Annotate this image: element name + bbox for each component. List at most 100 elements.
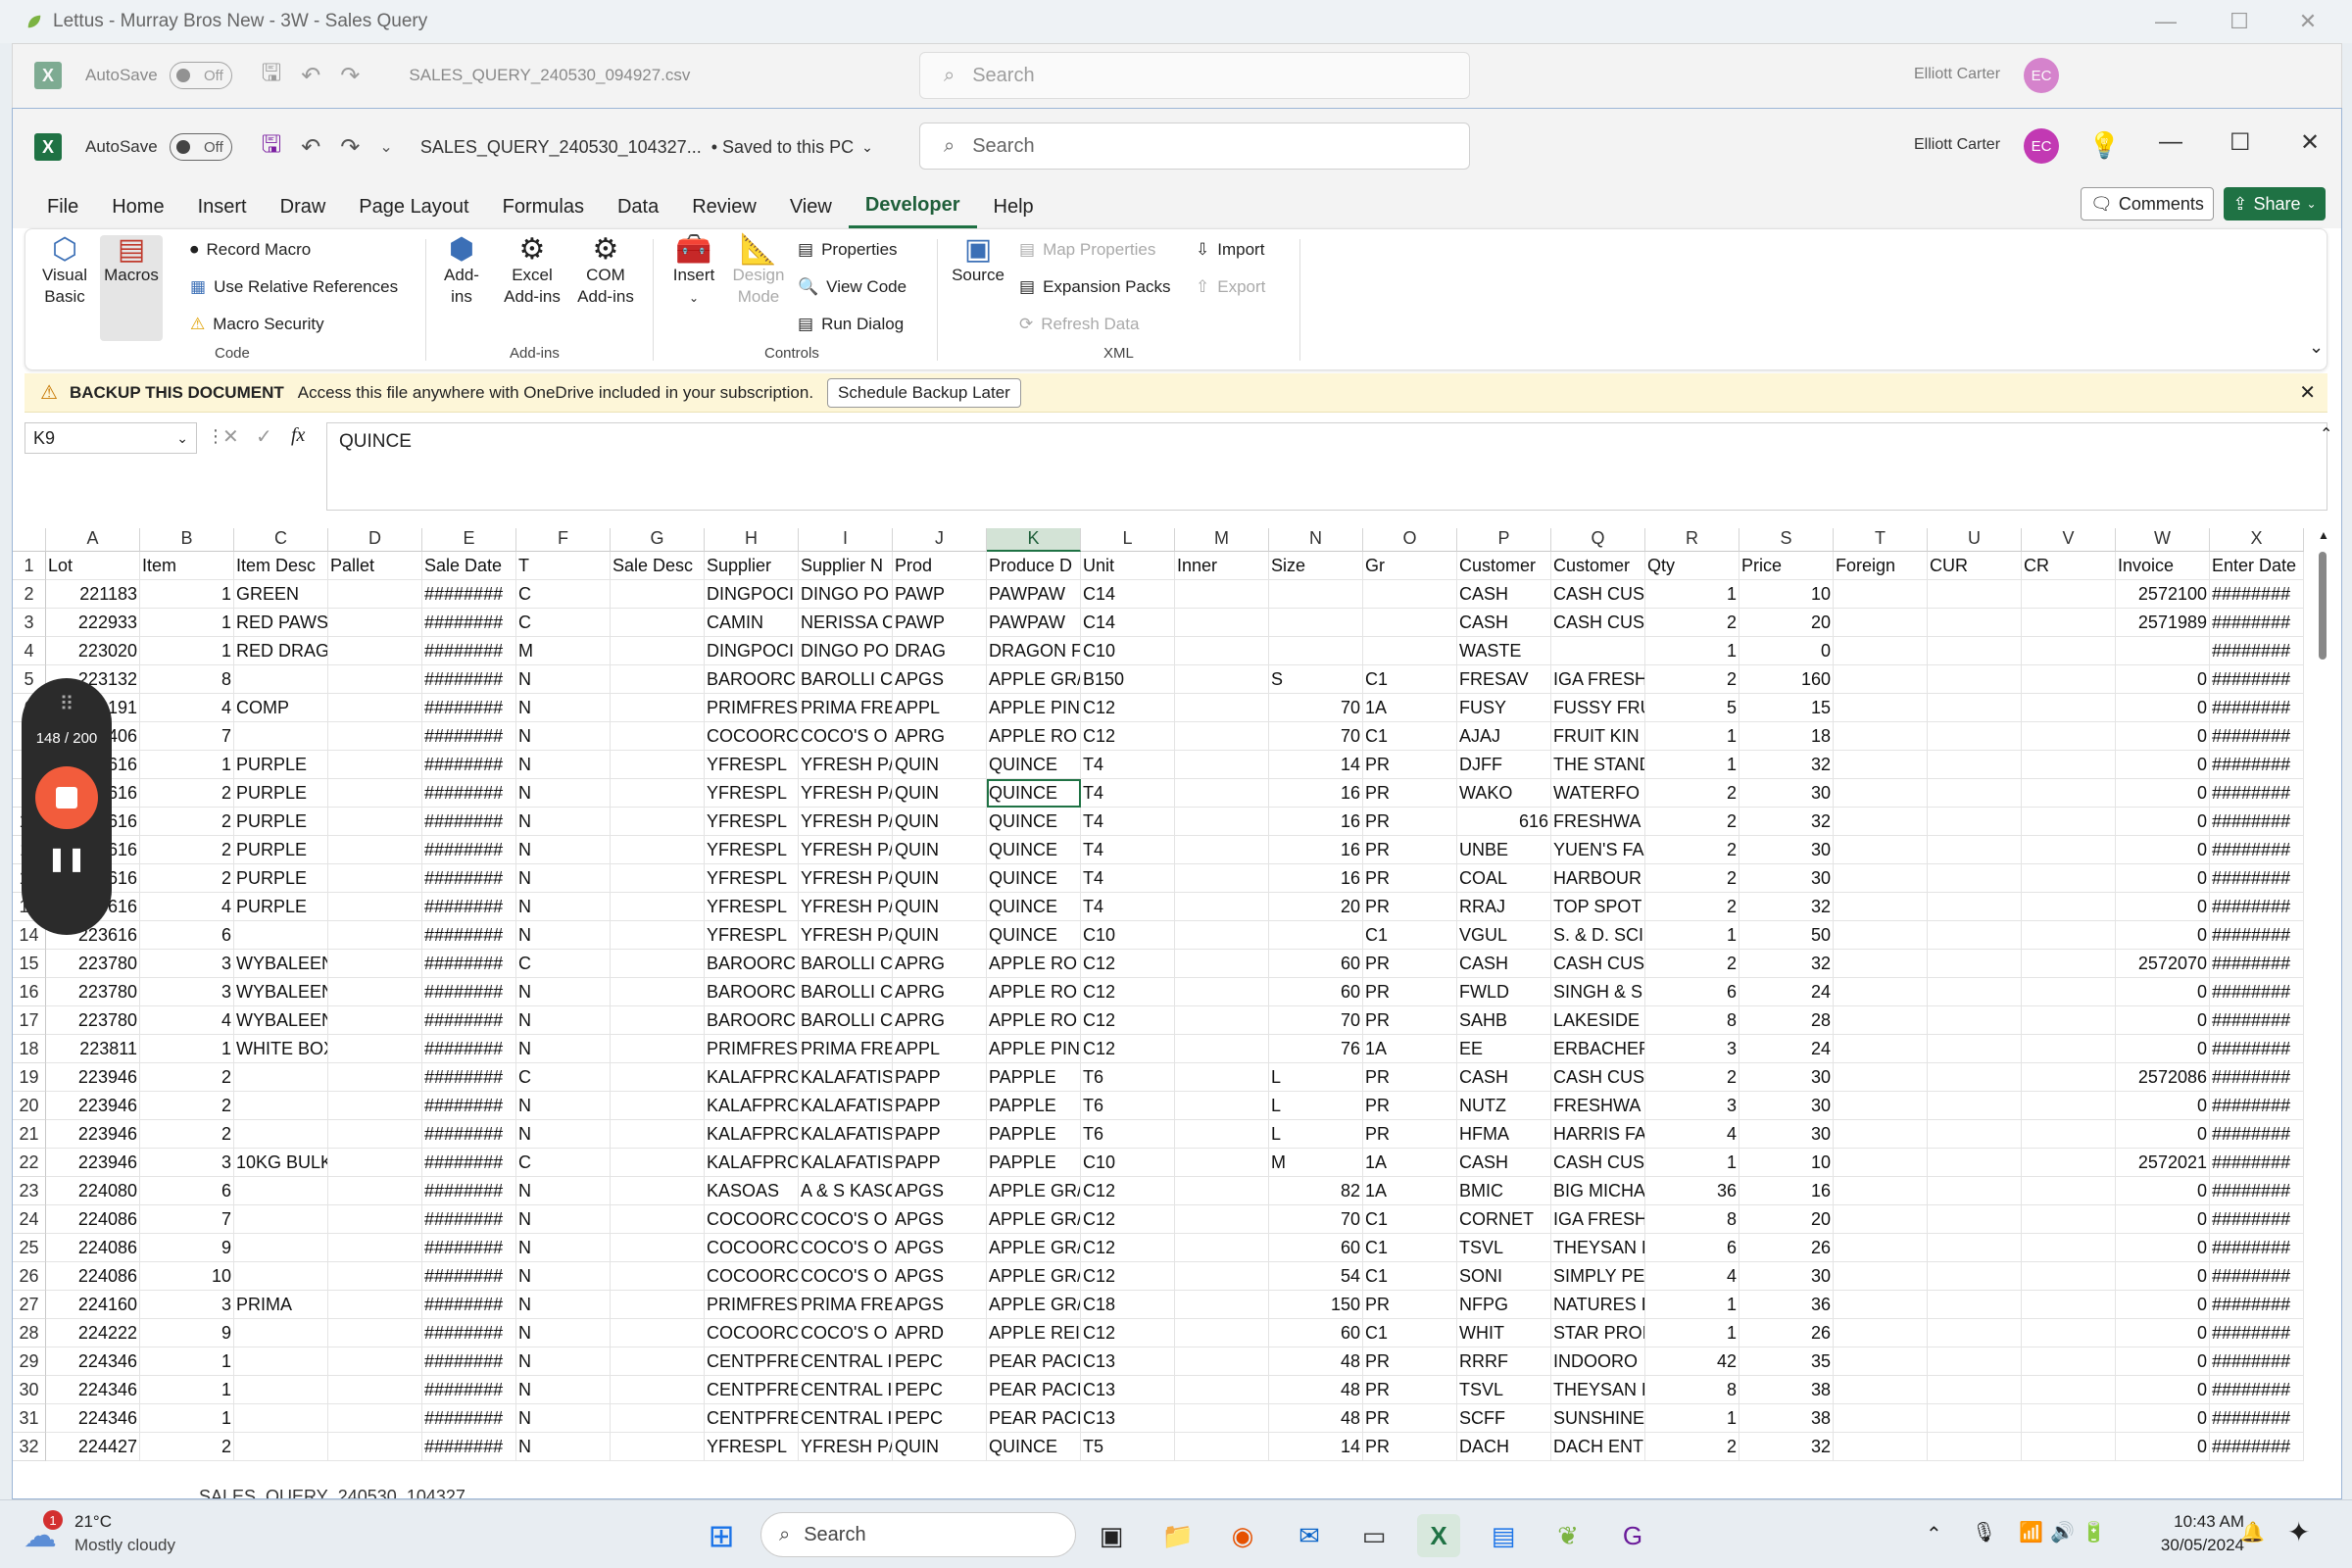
table-cell[interactable] bbox=[328, 779, 422, 808]
table-cell[interactable]: PR bbox=[1363, 1291, 1457, 1319]
table-cell[interactable]: VGUL bbox=[1457, 921, 1551, 950]
table-cell[interactable]: ######## bbox=[422, 893, 516, 921]
table-cell[interactable]: 48 bbox=[1269, 1376, 1363, 1404]
table-cell[interactable]: PAPPLE bbox=[987, 1092, 1081, 1120]
table-cell[interactable] bbox=[328, 1348, 422, 1376]
column-header-n[interactable]: N bbox=[1269, 528, 1363, 552]
table-cell[interactable]: 16 bbox=[1740, 1177, 1834, 1205]
table-cell[interactable] bbox=[2022, 864, 2116, 893]
map-properties-button[interactable]: ▤ Map Properties bbox=[1019, 239, 1155, 261]
table-cell[interactable]: NATURES I bbox=[1551, 1291, 1645, 1319]
table-cell[interactable]: SCFF bbox=[1457, 1404, 1551, 1433]
table-cell[interactable]: 32 bbox=[1740, 893, 1834, 921]
table-cell[interactable] bbox=[1175, 893, 1269, 921]
table-cell[interactable]: N bbox=[516, 836, 611, 864]
table-cell[interactable] bbox=[611, 779, 705, 808]
table-cell[interactable]: ######## bbox=[2210, 1092, 2304, 1120]
table-cell[interactable] bbox=[1363, 637, 1457, 665]
table-cell[interactable]: 70 bbox=[1269, 1205, 1363, 1234]
table-cell[interactable]: ######## bbox=[422, 1234, 516, 1262]
table-cell[interactable]: T5 bbox=[1081, 1433, 1175, 1461]
table-cell[interactable]: C14 bbox=[1081, 580, 1175, 609]
scroll-up-icon[interactable]: ▲ bbox=[2318, 528, 2329, 542]
table-cell[interactable]: C12 bbox=[1081, 1177, 1175, 1205]
table-cell[interactable] bbox=[328, 1319, 422, 1348]
row-header[interactable]: 32 bbox=[13, 1433, 46, 1461]
table-cell[interactable] bbox=[234, 665, 328, 694]
table-cell[interactable]: 2 bbox=[1645, 893, 1740, 921]
header-cell[interactable]: Qty bbox=[1645, 552, 1740, 580]
table-cell[interactable]: ######## bbox=[422, 751, 516, 779]
table-cell[interactable] bbox=[1928, 808, 2022, 836]
table-cell[interactable] bbox=[2022, 751, 2116, 779]
table-cell[interactable]: 224427 bbox=[46, 1433, 140, 1461]
table-cell[interactable]: SAHB bbox=[1457, 1006, 1551, 1035]
table-cell[interactable]: C12 bbox=[1081, 722, 1175, 751]
table-cell[interactable]: T6 bbox=[1081, 1120, 1175, 1149]
table-cell[interactable] bbox=[611, 1376, 705, 1404]
row-header[interactable]: 16 bbox=[13, 978, 46, 1006]
table-cell[interactable]: STAR PROI bbox=[1551, 1319, 1645, 1348]
table-cell[interactable] bbox=[1834, 722, 1928, 751]
header-cell[interactable]: Customer bbox=[1457, 552, 1551, 580]
table-cell[interactable] bbox=[234, 1234, 328, 1262]
table-cell[interactable]: ######## bbox=[422, 1404, 516, 1433]
notifications-icon[interactable]: 🔔 bbox=[2240, 1520, 2265, 1544]
table-cell[interactable]: 20 bbox=[1740, 1205, 1834, 1234]
table-cell[interactable]: 223780 bbox=[46, 978, 140, 1006]
table-cell[interactable] bbox=[1834, 1262, 1928, 1291]
table-cell[interactable] bbox=[2022, 1120, 2116, 1149]
table-cell[interactable]: PURPLE bbox=[234, 779, 328, 808]
header-cell[interactable]: Foreign bbox=[1834, 552, 1928, 580]
excel-window[interactable]: X AutoSave Off 🖫 ↶ ↷ ⌄ SALES_QUERY_24053… bbox=[12, 108, 2342, 1499]
table-cell[interactable]: 70 bbox=[1269, 722, 1363, 751]
table-cell[interactable]: PURPLE bbox=[234, 751, 328, 779]
table-cell[interactable]: YFRESPL bbox=[705, 921, 799, 950]
table-cell[interactable]: RRAJ bbox=[1457, 893, 1551, 921]
table-cell[interactable]: 4 bbox=[140, 1006, 234, 1035]
copilot-icon[interactable]: ✦ bbox=[2287, 1516, 2310, 1548]
table-cell[interactable]: ######## bbox=[422, 1006, 516, 1035]
table-cell[interactable]: 223780 bbox=[46, 1006, 140, 1035]
table-cell[interactable]: YFRESH P/ bbox=[799, 779, 893, 808]
table-cell[interactable]: YFRESPL bbox=[705, 779, 799, 808]
table-cell[interactable]: 0 bbox=[2116, 1262, 2210, 1291]
table-cell[interactable] bbox=[1928, 1433, 2022, 1461]
chevron-up-icon[interactable]: ⌃ bbox=[1926, 1522, 1942, 1546]
table-cell[interactable] bbox=[1175, 864, 1269, 893]
table-cell[interactable]: 8 bbox=[1645, 1006, 1740, 1035]
table-cell[interactable]: BAROLLI C bbox=[799, 950, 893, 978]
table-cell[interactable]: 3 bbox=[140, 978, 234, 1006]
table-cell[interactable] bbox=[1175, 978, 1269, 1006]
table-cell[interactable]: FRUIT KIN bbox=[1551, 722, 1645, 751]
table-cell[interactable] bbox=[611, 1120, 705, 1149]
table-cell[interactable]: N bbox=[516, 665, 611, 694]
table-cell[interactable]: PURPLE bbox=[234, 864, 328, 893]
table-cell[interactable]: QUINCE bbox=[987, 779, 1081, 808]
table-cell[interactable] bbox=[1928, 1149, 2022, 1177]
table-cell[interactable]: THE STAND bbox=[1551, 751, 1645, 779]
menu-data[interactable]: Data bbox=[601, 185, 675, 228]
table-cell[interactable]: 3 bbox=[140, 1149, 234, 1177]
table-cell[interactable] bbox=[611, 722, 705, 751]
column-header-e[interactable]: E bbox=[422, 528, 516, 552]
outer-close-icon[interactable]: ✕ bbox=[2274, 0, 2342, 43]
close-icon[interactable]: ✕ bbox=[2299, 380, 2316, 405]
table-cell[interactable]: CASH bbox=[1457, 1149, 1551, 1177]
table-cell[interactable]: APPLE RO bbox=[987, 978, 1081, 1006]
table-cell[interactable]: CASH bbox=[1457, 1063, 1551, 1092]
share-button[interactable]: ⇪ Share ⌄ bbox=[2224, 187, 2326, 220]
table-cell[interactable]: 224086 bbox=[46, 1262, 140, 1291]
table-cell[interactable]: PAPP bbox=[893, 1120, 987, 1149]
column-header-x[interactable]: X bbox=[2210, 528, 2304, 552]
table-cell[interactable]: QUINCE bbox=[987, 1433, 1081, 1461]
redo-icon[interactable]: ↷ bbox=[340, 62, 360, 90]
table-cell[interactable] bbox=[1175, 1006, 1269, 1035]
table-cell[interactable]: ######## bbox=[2210, 779, 2304, 808]
table-cell[interactable]: PAWP bbox=[893, 580, 987, 609]
avatar[interactable]: EC bbox=[2024, 128, 2059, 164]
table-cell[interactable] bbox=[234, 1120, 328, 1149]
import-button[interactable]: ⇩ Import bbox=[1196, 239, 1264, 261]
table-cell[interactable]: FRESAV bbox=[1457, 665, 1551, 694]
table-cell[interactable] bbox=[1175, 1035, 1269, 1063]
